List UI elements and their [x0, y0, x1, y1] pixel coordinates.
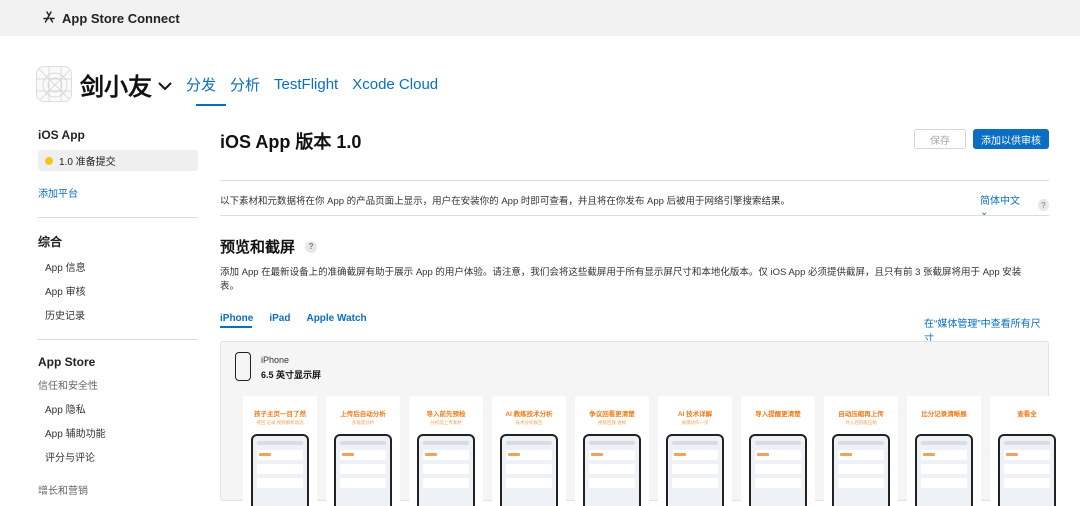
phone-mockup	[915, 434, 973, 506]
phone-mockup	[251, 434, 309, 506]
section-title-text: 预览和截屏	[220, 239, 296, 256]
device-size: 6.5 英寸显示屏	[261, 370, 322, 380]
sidebar-platform-header: iOS App	[38, 128, 85, 142]
screenshot-subcaption: 导入后智能压缩	[845, 420, 877, 425]
sidebar-store-header: App Store	[38, 355, 96, 369]
help-icon[interactable]: ?	[305, 240, 318, 253]
screenshot-caption: 争议回看更清楚	[589, 411, 635, 418]
brand-title[interactable]: App Store Connect	[62, 11, 180, 26]
phone-mockup	[998, 434, 1056, 506]
chevron-down-icon[interactable]	[158, 81, 172, 91]
sidebar-item-version[interactable]: 1.0 准备提交	[38, 150, 198, 171]
screenshot-panel: iPhone 6.5 英寸显示屏 孩子主页一目了然 待回 记录 视频解析动态 上传后…	[220, 341, 1064, 506]
phone-mockup	[334, 434, 392, 506]
phone-mockup	[832, 434, 890, 506]
help-icon[interactable]: ?	[1037, 199, 1049, 211]
sidebar-item-accessibility[interactable]: App 辅助功能	[38, 425, 198, 440]
sidebar-item-privacy[interactable]: App 隐私	[38, 401, 198, 416]
save-button[interactable]: 保存	[914, 129, 966, 149]
device-tabs: iPhone iPad Apple Watch	[220, 313, 383, 324]
iphone-icon	[235, 352, 251, 381]
screenshot-caption: 导入提醒更清楚	[755, 411, 801, 418]
section-description: 添加 App 在最新设备上的准确截屏有助于展示 App 的用户体验。请注意，我们…	[220, 267, 1022, 292]
sidebar-item-ratings[interactable]: 评分与评论	[38, 449, 198, 464]
screenshot-caption: 自动压缩再上传	[838, 411, 884, 418]
sidebar-general-header: 综合	[38, 235, 63, 249]
screenshot-subcaption: 待回 记录 视频解析动态	[256, 420, 304, 425]
sidebar-item-app-info[interactable]: App 信息	[38, 259, 198, 274]
screenshot-caption: AI 技术详解	[677, 411, 713, 418]
main-content: iOS App 版本 1.0 保存 添加以供审核 以下素材和元数据将在你 App…	[220, 128, 1064, 506]
screenshot-caption: 孩子主页一目了然	[254, 411, 306, 418]
screenshot-subcaption: 关键动作一览	[681, 420, 709, 425]
tab-xcode-cloud[interactable]: Xcode Cloud	[352, 76, 438, 93]
sidebar-item-history[interactable]: 历史记录	[38, 307, 198, 322]
app-store-icon	[43, 11, 55, 23]
phone-mockup	[583, 434, 641, 506]
sidebar-divider	[38, 217, 198, 218]
phone-mockup	[417, 434, 475, 506]
tab-distribution[interactable]: 分发	[186, 74, 216, 95]
screenshot-subcaption: 视频回放 逐帧	[597, 420, 627, 425]
sidebar-divider	[38, 339, 198, 340]
screenshot-caption: 上传后自动分析	[340, 411, 386, 418]
app-name[interactable]: 剑小友	[80, 67, 152, 102]
phone-mockup	[666, 434, 724, 506]
add-for-review-button[interactable]: 添加以供审核	[973, 129, 1049, 149]
tab-iphone[interactable]: iPhone	[220, 313, 253, 324]
phone-mockup	[749, 434, 807, 506]
active-tab-indicator	[196, 104, 226, 106]
screenshot-caption: AI 教练技术分析	[505, 411, 553, 418]
sidebar-trust-subheader: 信任和安全性	[38, 381, 98, 392]
app-icon	[36, 66, 72, 102]
app-header: 剑小友 分发 分析 TestFlight Xcode Cloud	[36, 64, 438, 104]
device-name: iPhone	[261, 355, 290, 365]
tab-analytics[interactable]: 分析	[230, 74, 260, 95]
tab-apple-watch[interactable]: Apple Watch	[306, 313, 366, 324]
screenshot-subcaption: 分析前上传素材	[430, 420, 462, 425]
active-device-indicator	[220, 326, 252, 328]
divider	[220, 215, 1049, 216]
phone-mockup	[500, 434, 558, 506]
tab-ipad[interactable]: iPad	[269, 313, 290, 324]
sidebar-item-app-review[interactable]: App 审核	[38, 283, 198, 298]
metadata-description: 以下素材和元数据将在你 App 的产品页面上显示，用户在安装你的 App 时即可…	[220, 196, 791, 207]
divider	[220, 180, 1049, 181]
tab-testflight[interactable]: TestFlight	[274, 76, 338, 93]
top-bar: App Store Connect	[0, 0, 1080, 36]
screenshot-caption: 比分记录清晰展	[921, 411, 967, 418]
version-label: 1.0 准备提交	[59, 157, 116, 168]
sidebar: iOS App 1.0 准备提交 添加平台 综合 App 信息 App 审核 历…	[38, 128, 198, 497]
screenshot-subcaption: 技术分析报告	[515, 420, 543, 425]
screenshot-caption: 导入前先预检	[426, 411, 466, 418]
screenshot-caption: 查看全	[1017, 411, 1037, 418]
status-dot-icon	[45, 156, 53, 165]
section-title: 预览和截屏 ?	[220, 236, 318, 257]
screenshot-subcaption: 多角度分析	[351, 420, 375, 425]
add-platform-link[interactable]: 添加平台	[38, 185, 198, 200]
